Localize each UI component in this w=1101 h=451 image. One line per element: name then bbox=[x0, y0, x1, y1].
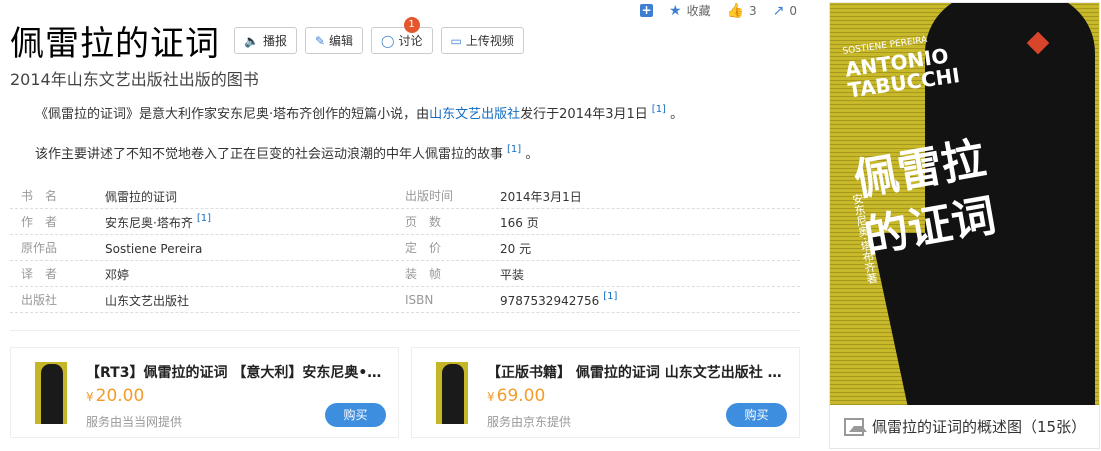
summary-text: 。 bbox=[670, 107, 684, 122]
info-key: ISBN bbox=[405, 292, 434, 307]
info-value: 20 元 bbox=[500, 241, 532, 256]
info-row: 原作品 Sostiene Pereira 定 价 20 元 bbox=[10, 235, 800, 261]
info-key: 出版社 bbox=[21, 293, 58, 307]
summary-text: 《佩雷拉的证词》是意大利作家安东尼奥·塔布齐创作的短篇小说，由 bbox=[35, 107, 430, 122]
video-icon: ▭ bbox=[450, 33, 462, 48]
info-value: 2014年3月1日 bbox=[500, 189, 582, 204]
info-key: 译 者 bbox=[21, 267, 58, 281]
product-thumbnail[interactable] bbox=[436, 362, 468, 424]
chat-icon: ◯ bbox=[381, 33, 395, 48]
divider bbox=[10, 330, 800, 331]
caption-text: 佩雷拉的证词的概述图（15张） bbox=[872, 418, 1087, 436]
discuss-label: 讨论 bbox=[398, 34, 423, 48]
edit-label: 编辑 bbox=[329, 34, 354, 48]
product-card[interactable]: 【正版书籍】 佩雷拉的证词 山东文艺出版社 安东尼 ¥69.00 服务由京东提供… bbox=[411, 347, 800, 438]
reference-link[interactable]: [1] bbox=[507, 144, 521, 155]
info-value: 166 页 bbox=[500, 215, 539, 230]
speaker-icon: 🔈 bbox=[244, 33, 259, 48]
product-price: ¥20.00 bbox=[86, 386, 145, 406]
upload-video-label: 上传视频 bbox=[465, 34, 514, 48]
share-count: 0 bbox=[789, 3, 798, 18]
add-button[interactable]: + bbox=[640, 4, 653, 17]
basic-info-table: 书 名 佩雷拉的证词 出版时间 2014年3月1日 作 者 安东尼奥·塔布齐 [1… bbox=[10, 183, 800, 313]
info-value: 9787532942756 [1] bbox=[500, 291, 618, 308]
summary-paragraph-1: 《佩雷拉的证词》是意大利作家安东尼奥·塔布齐创作的短篇小说，由山东文艺出版社发行… bbox=[35, 103, 683, 122]
info-value: 平装 bbox=[500, 267, 525, 282]
star-icon: ★ bbox=[669, 2, 682, 19]
top-toolbar: + ★ 收藏 👍 3 ↗ 0 bbox=[640, 2, 813, 19]
info-row: 作 者 安东尼奥·塔布齐 [1] 页 数 166 页 bbox=[10, 209, 800, 235]
plus-icon: + bbox=[640, 3, 653, 17]
info-key: 出版时间 bbox=[405, 189, 454, 203]
info-value: 邓婷 bbox=[105, 267, 130, 282]
product-price: ¥69.00 bbox=[487, 386, 546, 406]
summary-text: 该作主要讲述了不知不觉地卷入了正在巨变的社会运动浪潮的中年人佩雷拉的故事 bbox=[35, 147, 504, 162]
share-icon: ↗ bbox=[772, 2, 785, 19]
product-title[interactable]: 【正版书籍】 佩雷拉的证词 山东文艺出版社 安东尼 bbox=[487, 362, 787, 382]
info-row: 译 者 邓婷 装 帧 平装 bbox=[10, 261, 800, 287]
summary-text: 。 bbox=[525, 147, 539, 162]
reference-link[interactable]: [1] bbox=[603, 291, 617, 302]
info-key: 定 价 bbox=[405, 241, 442, 255]
thumbs-up-icon: 👍 bbox=[726, 2, 745, 19]
pencil-icon: ✎ bbox=[314, 33, 326, 48]
info-value: 佩雷拉的证词 bbox=[105, 189, 178, 204]
product-title[interactable]: 【RT3】佩雷拉的证词 【意大利】安东尼奥•塔布齐 bbox=[86, 362, 386, 382]
share-button[interactable]: ↗ 0 bbox=[773, 3, 797, 19]
info-key: 书 名 bbox=[21, 189, 58, 203]
gallery-icon bbox=[844, 417, 867, 436]
image-caption[interactable]: 佩雷拉的证词的概述图（15张） bbox=[830, 405, 1099, 448]
favorite-button[interactable]: ★ 收藏 bbox=[669, 2, 711, 19]
product-service: 服务由京东提供 bbox=[487, 415, 572, 429]
summary-paragraph-2: 该作主要讲述了不知不觉地卷入了正在巨变的社会运动浪潮的中年人佩雷拉的故事 [1] … bbox=[35, 143, 538, 162]
discuss-badge: 1 bbox=[403, 17, 420, 33]
info-value: 安东尼奥·塔布齐 [1] bbox=[105, 212, 211, 230]
product-service: 服务由当当网提供 bbox=[86, 415, 183, 429]
buy-button[interactable]: 购买 bbox=[726, 403, 787, 427]
reference-link[interactable]: [1] bbox=[652, 104, 666, 115]
book-cover-image[interactable]: SOSTIENE PEREIRA ANTONIO TABUCCHI 佩雷拉 的证… bbox=[830, 3, 1099, 405]
info-key: 原作品 bbox=[21, 241, 58, 255]
broadcast-label: 播报 bbox=[262, 34, 287, 48]
product-card[interactable]: 【RT3】佩雷拉的证词 【意大利】安东尼奥•塔布齐 ¥20.00 服务由当当网提… bbox=[10, 347, 399, 438]
favorite-label: 收藏 bbox=[686, 4, 711, 18]
info-key: 页 数 bbox=[405, 215, 442, 229]
publisher-link[interactable]: 山东文艺出版社 bbox=[429, 107, 520, 122]
page-subtitle: 2014年山东文艺出版社出版的图书 bbox=[10, 70, 259, 89]
info-row: 出版社 山东文艺出版社 ISBN 9787532942756 [1] bbox=[10, 287, 800, 313]
title-row: 佩雷拉的证词 🔈 播报 ✎ 编辑 1 ◯ 讨论 ▭ 上传视频 bbox=[10, 16, 532, 65]
info-value: Sostiene Pereira bbox=[105, 242, 203, 256]
edit-button[interactable]: ✎ 编辑 bbox=[304, 27, 364, 54]
upload-video-button[interactable]: ▭ 上传视频 bbox=[440, 27, 524, 54]
info-key: 作 者 bbox=[21, 215, 58, 229]
broadcast-button[interactable]: 🔈 播报 bbox=[234, 27, 297, 54]
summary-text: 发行于2014年3月1日 bbox=[520, 107, 648, 122]
product-thumbnail[interactable] bbox=[35, 362, 67, 424]
like-count: 3 bbox=[749, 3, 757, 18]
buy-button[interactable]: 购买 bbox=[325, 403, 386, 427]
info-key: 装 帧 bbox=[405, 267, 442, 281]
info-value: 山东文艺出版社 bbox=[105, 293, 190, 308]
page-title: 佩雷拉的证词 bbox=[10, 24, 220, 64]
reference-link[interactable]: [1] bbox=[197, 213, 211, 224]
like-button[interactable]: 👍 3 bbox=[727, 3, 757, 19]
discuss-button[interactable]: 1 ◯ 讨论 bbox=[371, 17, 433, 54]
summary-image-box[interactable]: SOSTIENE PEREIRA ANTONIO TABUCCHI 佩雷拉 的证… bbox=[829, 2, 1100, 449]
info-row: 书 名 佩雷拉的证词 出版时间 2014年3月1日 bbox=[10, 183, 800, 209]
